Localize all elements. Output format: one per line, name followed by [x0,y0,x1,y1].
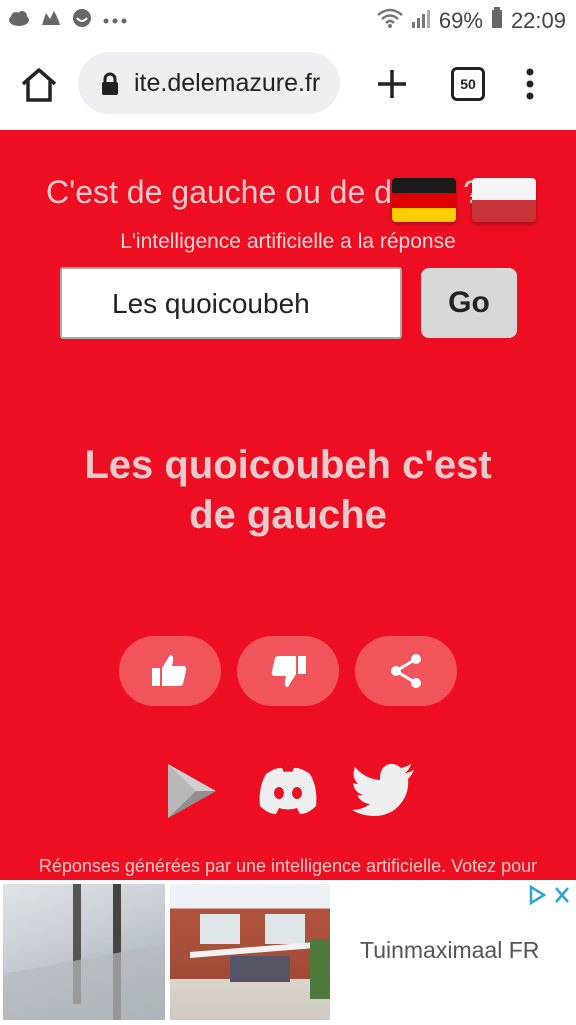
lock-icon [100,72,120,101]
polish-flag-icon[interactable] [472,178,536,222]
more-notifications-icon [102,12,128,30]
ad-banner[interactable]: Tuinmaximaal FR [0,880,576,1024]
more-menu-icon[interactable] [520,64,540,109]
battery-icon [491,7,503,35]
answer-line-1: Les quoicoubeh c'est [84,443,492,487]
cloud-icon [8,10,30,31]
answer-text: Les quoicoubeh c'est de gauche [0,440,576,540]
tab-switcher-button[interactable]: 50 [451,67,485,101]
status-bar: 69% 22:09 [0,0,576,40]
thumbs-up-icon [152,655,187,686]
new-tab-icon[interactable] [372,64,412,104]
smiley-icon [72,8,92,33]
signal-icon [411,8,431,34]
share-icon [391,654,421,688]
clock: 22:09 [510,8,566,33]
thumbs-down-button[interactable] [237,636,339,706]
page-subtitle: L'intelligence artificielle a la réponse [120,230,456,253]
answer-line-2: de gauche [189,493,387,537]
go-button[interactable]: Go [421,268,517,338]
browser-toolbar: ite.delemazure.fr 50 [0,40,576,130]
battery-percent: 69% [438,8,483,33]
wifi-icon [377,8,403,34]
address-bar[interactable]: ite.delemazure.fr [78,52,340,114]
search-input[interactable]: Les quoicoubeh [60,267,402,339]
google-play-icon[interactable] [166,762,218,825]
home-icon[interactable] [18,64,60,106]
disclaimer-text: Réponses générées par une intelligence a… [38,856,538,876]
thumbs-up-button[interactable] [119,636,221,706]
url-text: ite.delemazure.fr [134,69,321,97]
german-flag-icon[interactable] [392,178,456,222]
twitter-icon[interactable] [350,762,416,825]
ad-image-glass-door[interactable] [3,884,165,1020]
ad-image-veranda[interactable] [170,884,330,1020]
discord-icon[interactable] [256,762,320,825]
page-content: C'est de gauche ou de droite ? L'intelli… [0,130,576,880]
advertiser-name: Tuinmaximaal FR [360,937,540,963]
share-button[interactable] [355,636,457,706]
notification-icon [40,9,62,32]
adchoices-icon[interactable] [528,884,572,911]
thumbs-down-icon [271,656,306,687]
